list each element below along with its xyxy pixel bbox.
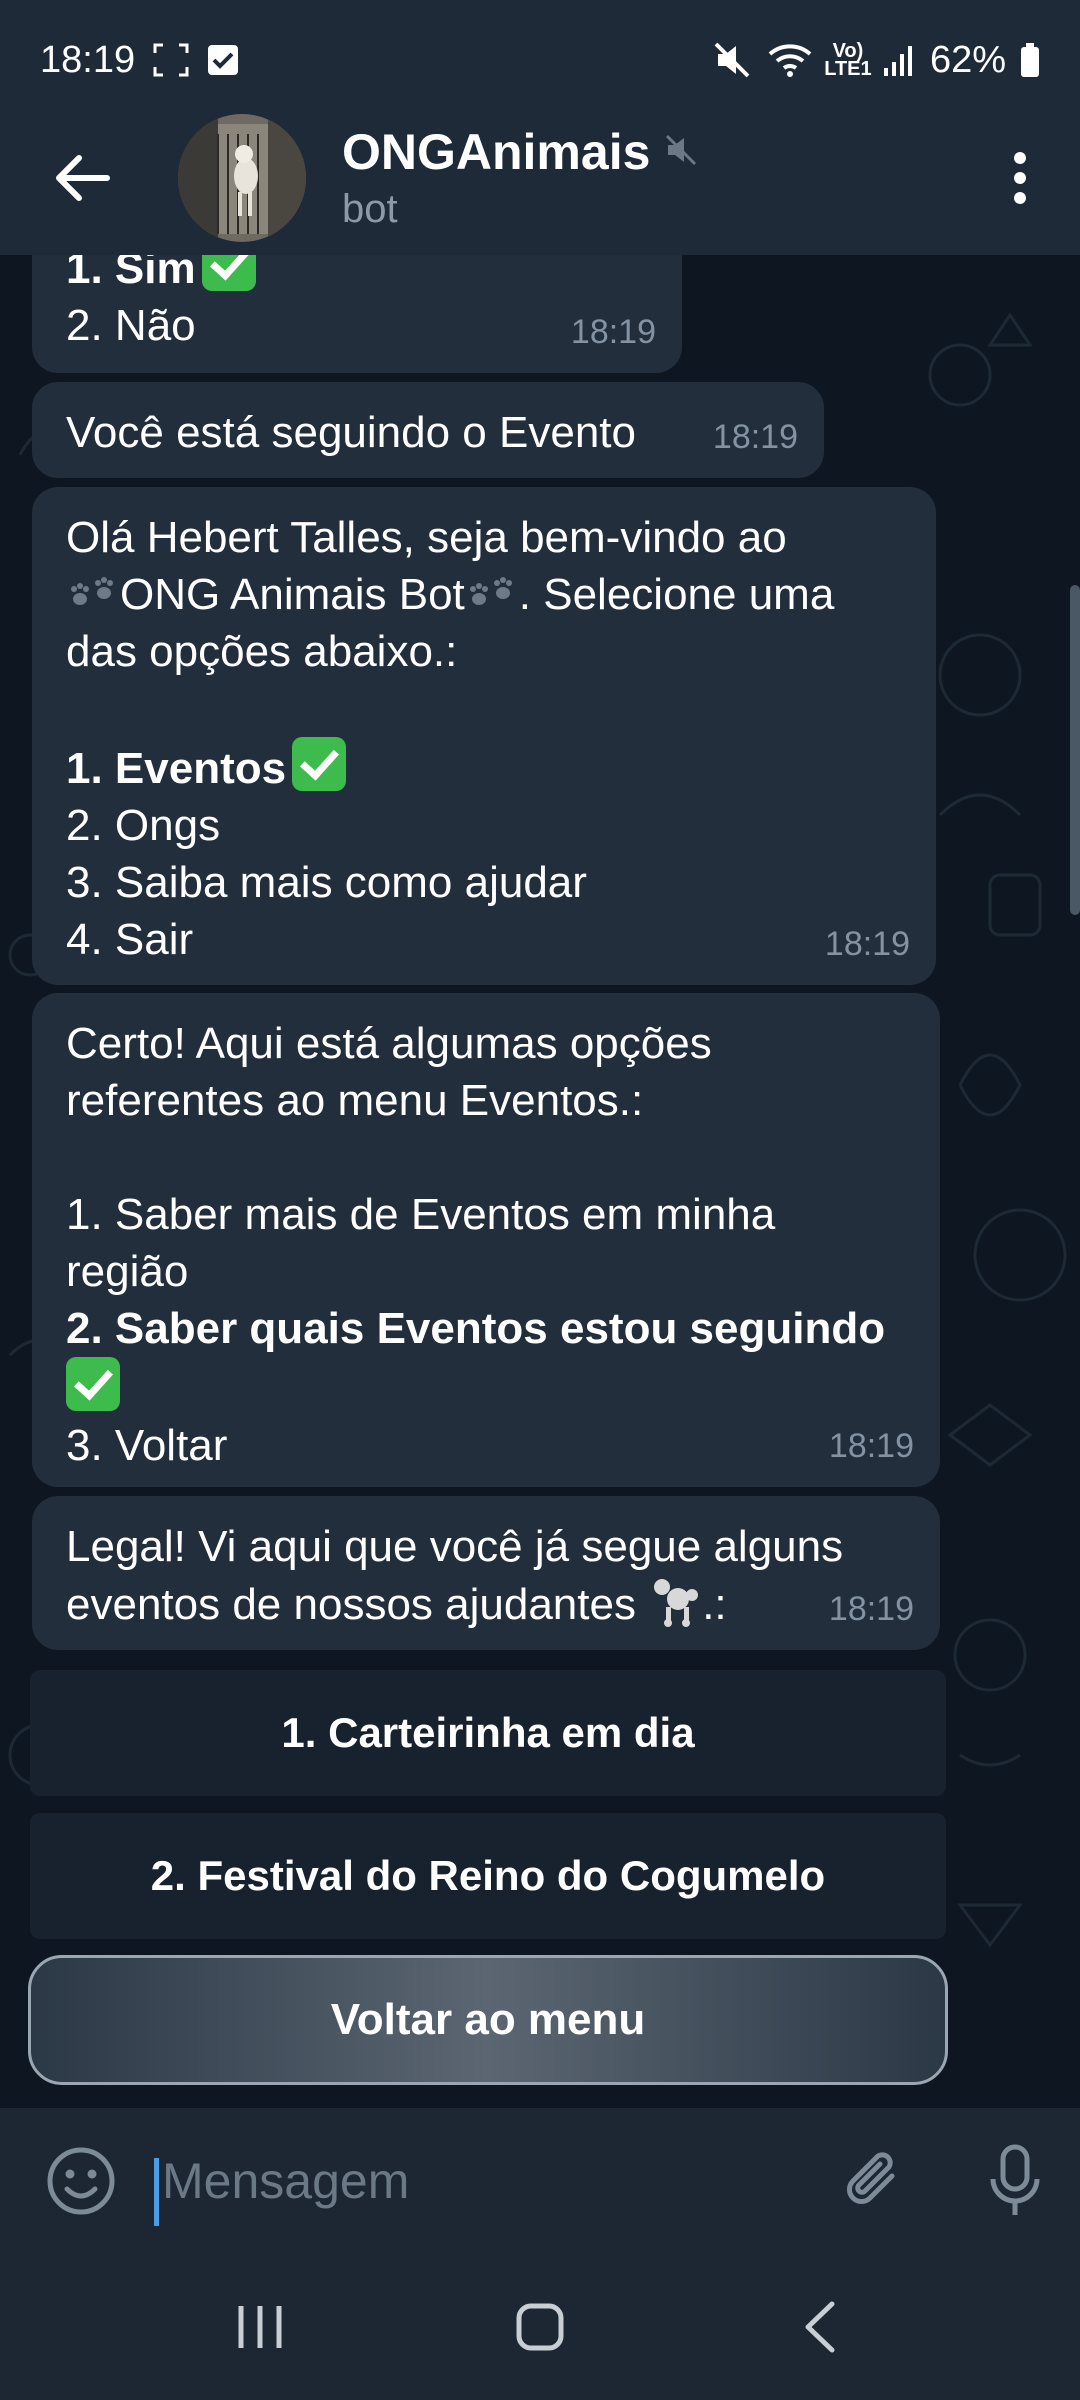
message-line: 3. Voltar [66, 1421, 228, 1470]
recent-apps-button[interactable] [200, 2277, 320, 2377]
home-button[interactable] [480, 2277, 600, 2377]
message-input-bar [0, 2108, 1080, 2254]
message-line: 1. Sim [66, 255, 648, 297]
message-line: Você está seguindo o Evento [66, 408, 636, 457]
emoji-button[interactable] [36, 2136, 126, 2226]
inline-button-carteirinha[interactable]: 1. Carteirinha em dia [30, 1670, 946, 1796]
chat-area[interactable]: 1. Sim 2. Não 18:19 Você está seguindo o… [0, 255, 1080, 2108]
more-options-button[interactable] [990, 123, 1050, 233]
text-caret [154, 2158, 159, 2226]
check-mark-icon [201, 255, 256, 291]
paw-prints-icon [469, 577, 512, 605]
arrow-left-icon [56, 154, 110, 201]
signal-icon [882, 42, 916, 78]
message-time: 18:19 [824, 925, 910, 963]
wifi-icon [766, 40, 814, 80]
microphone-button[interactable] [970, 2136, 1060, 2226]
message-line: Olá Hebert Talles, seja bem-vindo ao [66, 513, 787, 562]
back-button[interactable] [28, 123, 138, 233]
message-bubble: Certo! Aqui está algumas opções referent… [32, 993, 940, 1487]
message-line: eventos de nossos ajudantes .: [66, 1575, 906, 1633]
paw-prints-icon [71, 577, 113, 605]
message-line: 3. Saiba mais como ajudar [66, 858, 587, 907]
telegram-chat-screen: 18:19 Vo) LTE1 62% ONGAnimais bot 1. Sim… [0, 0, 1080, 2400]
message-bubble: Olá Hebert Talles, seja bem-vindo ao ONG… [32, 487, 936, 985]
mute-icon [712, 40, 752, 80]
kebab-menu-icon [1014, 151, 1026, 204]
chat-title[interactable]: ONGAnimais [342, 123, 650, 181]
home-icon [516, 2303, 564, 2351]
status-time: 18:19 [40, 38, 136, 81]
microphone-icon [990, 2144, 1040, 2215]
message-line: 2. Saber quais Eventos estou seguindo [66, 1304, 886, 1353]
message-line: Legal! Vi aqui que você já segue alguns [66, 1522, 844, 1571]
message-time: 18:19 [828, 1590, 914, 1628]
message-line: 2. Não [66, 301, 196, 350]
attach-button[interactable] [830, 2136, 920, 2226]
message-line [66, 1357, 906, 1417]
avatar[interactable] [178, 113, 306, 242]
screenshot-icon [153, 43, 189, 77]
chevron-left-icon [805, 2301, 835, 2353]
scrollbar-thumb[interactable] [1070, 585, 1080, 915]
emoji-icon [47, 2147, 115, 2215]
message-line: 1. Eventos [66, 737, 902, 797]
checkbox-notification-icon [207, 44, 239, 76]
message-bubble: Você está seguindo o Evento 18:19 [32, 382, 824, 478]
check-mark-icon [66, 1357, 120, 1411]
message-line: referentes ao menu Eventos.: [66, 1076, 644, 1125]
message-time: 18:19 [570, 313, 656, 351]
message-line [66, 1129, 906, 1186]
inline-button-festival[interactable]: 2. Festival do Reino do Cogumelo [30, 1813, 946, 1939]
message-line: 4. Sair [66, 915, 194, 964]
recent-apps-icon [238, 2306, 282, 2348]
poodle-icon [654, 1579, 699, 1627]
message-time: 18:19 [712, 418, 798, 456]
battery-percent: 62% [929, 38, 1006, 81]
chat-header: ONGAnimais bot [0, 100, 1080, 255]
system-nav-bar [0, 2254, 1080, 2400]
message-line [66, 680, 902, 737]
message-line: Certo! Aqui está algumas opções [66, 1019, 712, 1068]
volte-icon: Vo) LTE1 [824, 40, 872, 80]
battery-icon [1020, 42, 1040, 78]
check-mark-icon [292, 737, 347, 791]
message-bubble: Legal! Vi aqui que você já segue alguns … [32, 1496, 940, 1650]
chat-subtitle: bot [342, 187, 398, 231]
system-back-button[interactable] [760, 2277, 880, 2377]
message-line: 2. Ongs [66, 801, 221, 850]
message-bubble: 1. Sim 2. Não 18:19 [32, 255, 682, 373]
message-input[interactable] [154, 2136, 830, 2226]
paperclip-icon [847, 2152, 895, 2204]
message-time: 18:19 [828, 1427, 914, 1465]
message-line: 1. Saber mais de Eventos em minha [66, 1190, 776, 1239]
message-line: das opções abaixo.: [66, 627, 458, 676]
message-field-wrap [154, 2136, 830, 2226]
back-to-menu-button[interactable]: Voltar ao menu [28, 1955, 948, 2085]
message-line: ONG Animais Bot. Selecione uma [66, 566, 902, 623]
muted-icon [664, 133, 698, 172]
message-line: região [66, 1247, 189, 1296]
